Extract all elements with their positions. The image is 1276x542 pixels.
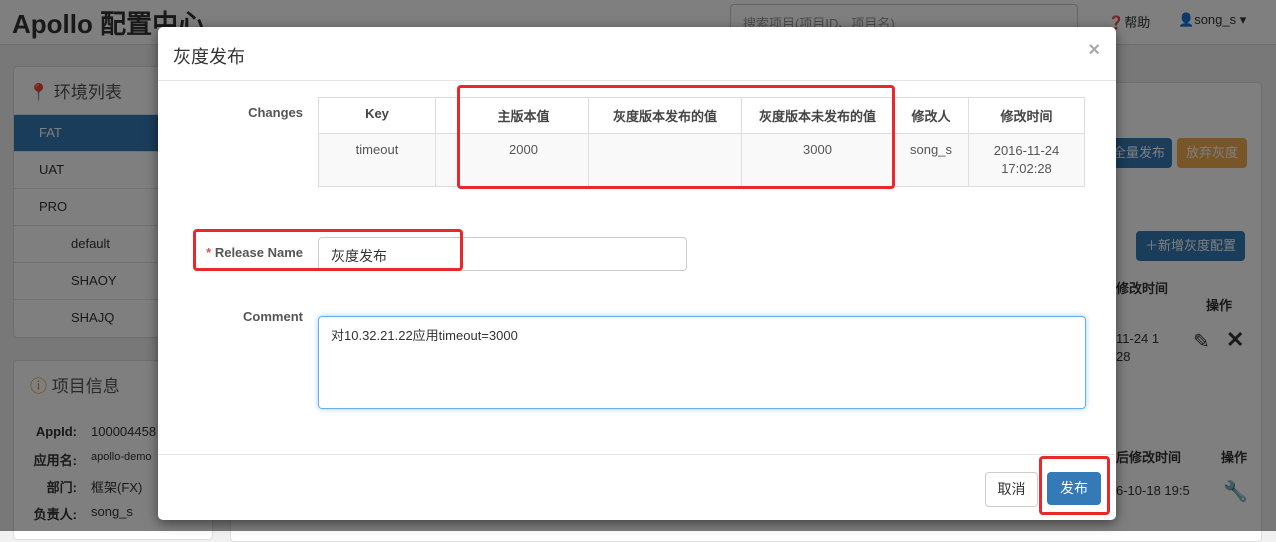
comment-textarea[interactable]: 对10.32.21.22应用timeout=3000 xyxy=(318,316,1086,409)
cell-modified-time: 2016-11-24 17:02:28 xyxy=(968,133,1085,187)
close-icon[interactable]: × xyxy=(1088,39,1100,62)
col-key: Key xyxy=(318,97,436,134)
highlight-box-values xyxy=(457,85,895,189)
highlight-box-publish xyxy=(1039,456,1110,515)
gray-release-modal: 灰度发布 × Changes Key 主版本值 灰度版本发布的值 灰度版本未发布… xyxy=(158,27,1116,520)
cell-key: timeout xyxy=(318,133,436,187)
col-modified-time: 修改时间 xyxy=(968,97,1085,134)
changes-label: Changes xyxy=(248,105,303,120)
comment-label: Comment xyxy=(243,309,303,324)
col-blank xyxy=(435,97,459,134)
modal-title: 灰度发布 xyxy=(173,47,245,67)
highlight-box-release-name xyxy=(193,229,463,271)
col-modifier: 修改人 xyxy=(893,97,969,134)
cell-modifier: song_s xyxy=(893,133,969,187)
cancel-button[interactable]: 取消 xyxy=(985,472,1038,507)
cell-blank xyxy=(435,133,459,187)
footer-divider xyxy=(158,454,1116,455)
header-divider xyxy=(158,80,1116,81)
